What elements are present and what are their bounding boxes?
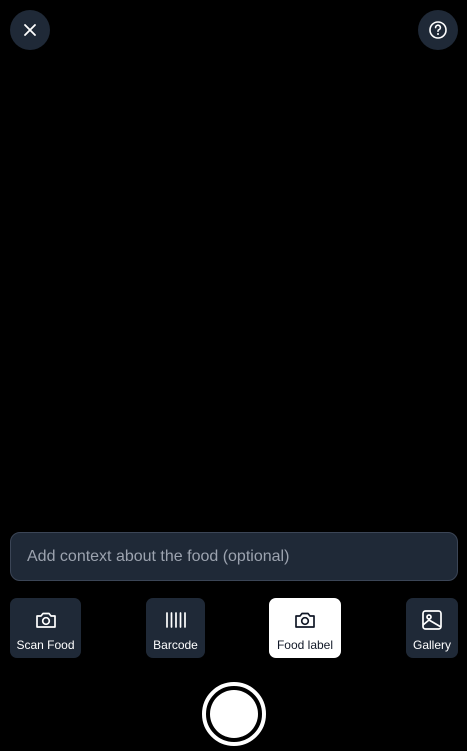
gallery-label: Gallery bbox=[412, 638, 451, 652]
gallery-button[interactable]: Gallery bbox=[406, 598, 458, 658]
close-icon bbox=[24, 24, 36, 36]
barcode-icon bbox=[164, 608, 188, 632]
context-input[interactable] bbox=[10, 532, 458, 581]
image-icon bbox=[420, 608, 444, 632]
camera-screen: Scan Food Barcode Food label Gallery bbox=[0, 0, 467, 751]
barcode-label: Barcode bbox=[153, 638, 198, 652]
shutter-button[interactable] bbox=[202, 682, 266, 746]
barcode-button[interactable]: Barcode bbox=[146, 598, 205, 658]
food-label-label: Food label bbox=[276, 638, 334, 652]
scan-food-label: Scan Food bbox=[16, 638, 75, 652]
camera-icon bbox=[34, 608, 58, 632]
scan-food-button[interactable]: Scan Food bbox=[10, 598, 81, 658]
camera-icon bbox=[293, 608, 317, 632]
help-icon bbox=[429, 21, 447, 39]
shutter-inner bbox=[210, 690, 258, 738]
help-button[interactable] bbox=[418, 10, 458, 50]
close-button[interactable] bbox=[10, 10, 50, 50]
food-label-button[interactable]: Food label bbox=[269, 598, 341, 658]
